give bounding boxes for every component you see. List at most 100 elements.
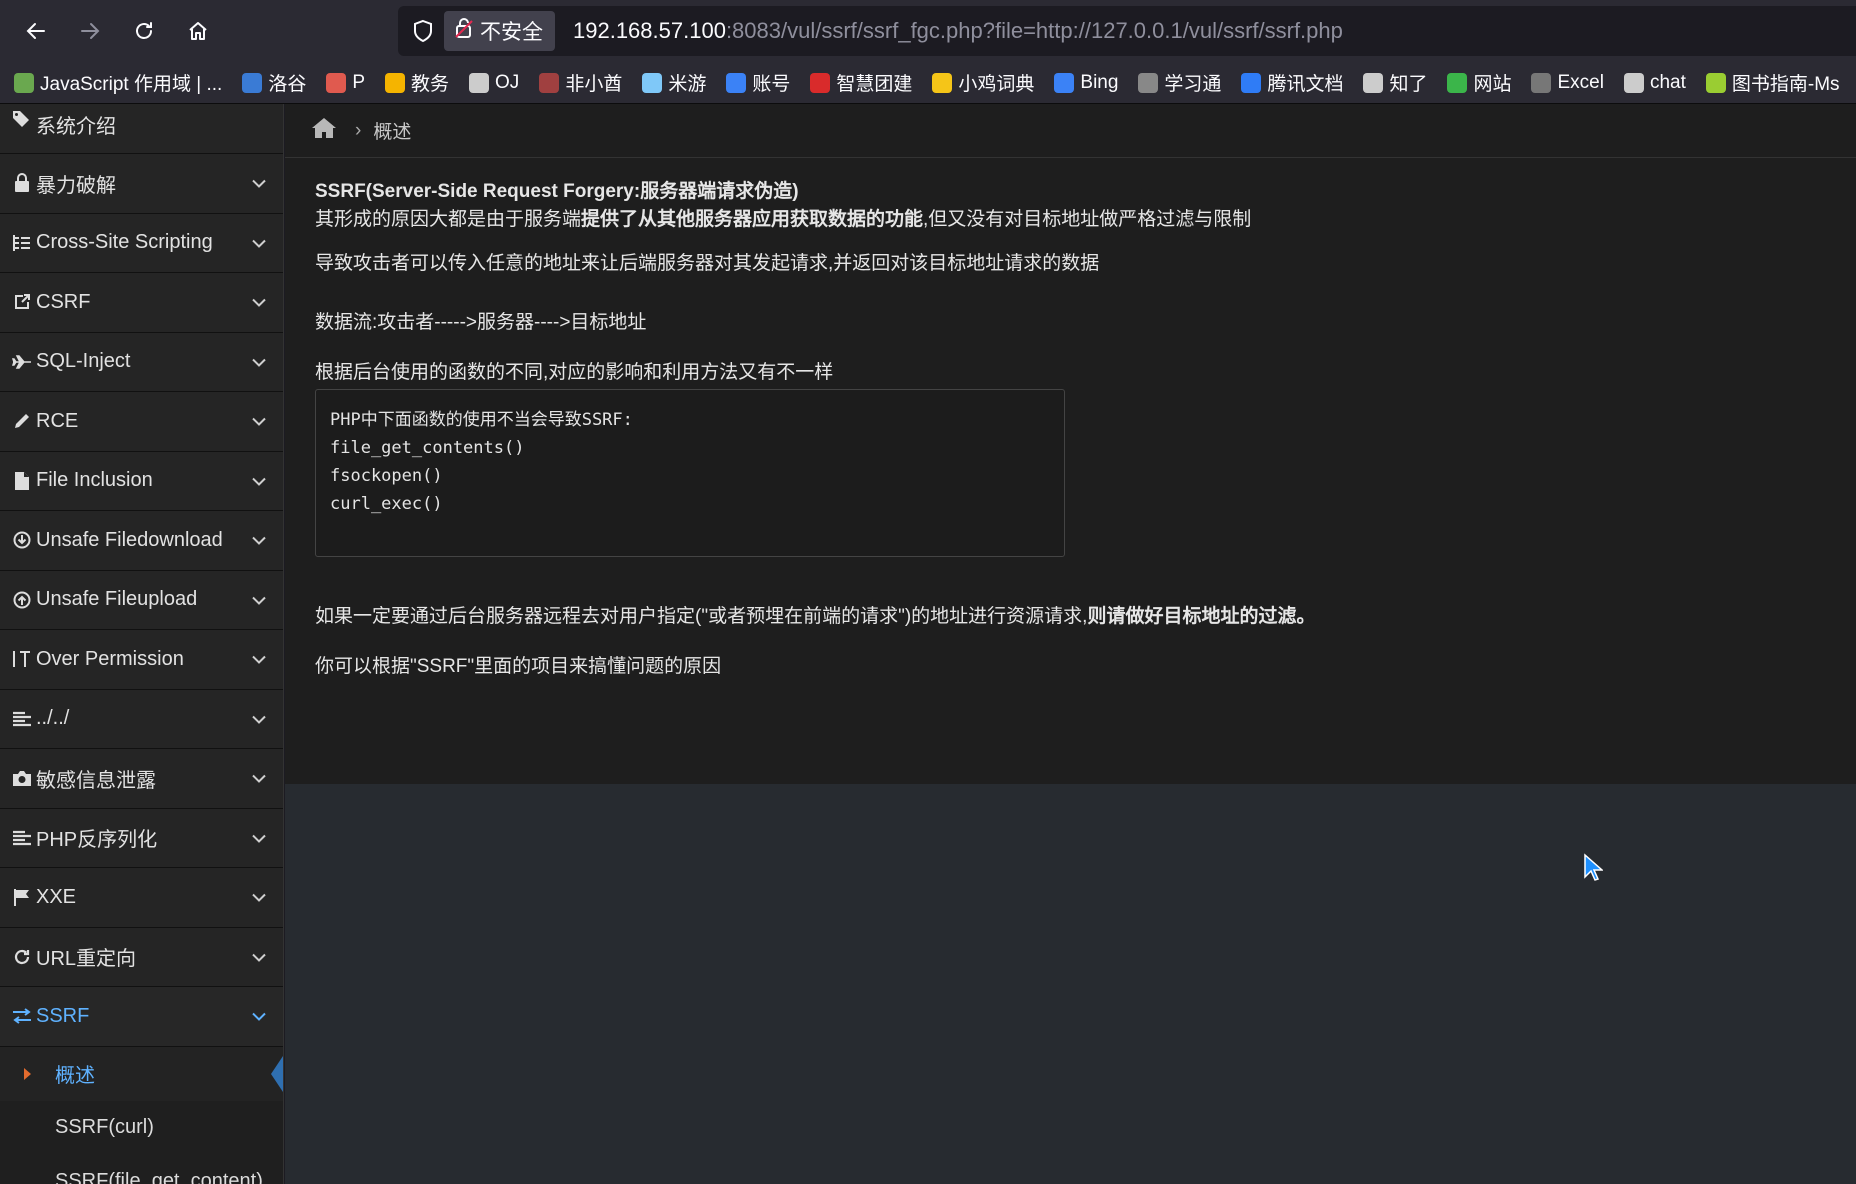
text-segment: 如果一定要通过后台服务器远程去对用户指定("或者预埋在前端的请求")的地址进行资… [315,606,1088,627]
sidebar-item-label: RCE [36,409,79,432]
chevron-down-icon[interactable] [251,886,267,909]
sidebar-item[interactable]: ../../ [0,689,283,749]
bookmark-label: Excel [1557,71,1604,93]
url-text[interactable]: 192.168.57.100:8083/vul/ssrf/ssrf_fgc.ph… [573,18,1343,44]
bookmark-item[interactable]: 网站 [1447,69,1511,96]
chevron-down-icon[interactable] [251,826,267,849]
bookmark-label: JavaScript 作用域 | ... [40,74,223,95]
bookmark-favicon-icon [539,72,560,93]
bookmark-favicon-icon [1138,72,1159,93]
bookmark-favicon-icon [726,72,747,93]
home-icon[interactable] [174,7,222,55]
tags-icon [10,110,34,128]
bookmark-item[interactable]: 小鸡词典 [932,69,1034,96]
bookmark-item[interactable]: 腾讯文档 [1241,69,1343,96]
chevron-down-icon[interactable] [251,172,267,195]
sidebar-subitem-label: SSRF(curl) [55,1116,154,1138]
bookmark-item[interactable]: 智慧团建 [810,69,912,96]
plane-icon [10,354,34,370]
sidebar-item[interactable]: File Inclusion [0,451,283,511]
sidebar-item-label: 敏感信息泄露 [36,769,156,792]
bookmark-favicon-icon [1363,72,1384,93]
chevron-down-icon[interactable] [251,767,267,790]
address-bar[interactable]: 不安全 192.168.57.100:8083/vul/ssrf/ssrf_fg… [398,6,1856,56]
align-left-icon [10,830,34,846]
chevron-down-icon[interactable] [251,1005,267,1028]
bookmark-item[interactable]: 知了 [1363,69,1427,96]
sidebar-item[interactable]: URL重定向 [0,927,283,987]
flag-icon [10,888,34,907]
security-indicator[interactable]: 不安全 [444,11,555,51]
sidebar-item[interactable]: 系统介绍 [0,104,283,154]
sidebar-item-label: URL重定向 [36,948,137,971]
sidebar-item[interactable]: Unsafe Filedownload [0,511,283,571]
download-icon [10,531,34,549]
chevron-down-icon[interactable] [251,945,267,968]
sidebar-subitem[interactable]: 概述 [0,1046,283,1101]
bookmark-label: chat [1649,71,1686,93]
bookmark-item[interactable]: JavaScript 作用域 | ... [14,69,222,96]
sidebar-item[interactable]: PHP反序列化 [0,808,283,868]
bookmark-favicon-icon [385,72,406,93]
share-icon [10,293,34,311]
camera-icon [10,770,34,787]
bookmark-item[interactable]: 学习通 [1138,69,1221,96]
refresh-icon [10,948,34,966]
forward-icon[interactable] [66,7,114,55]
back-icon[interactable] [12,7,60,55]
bookmark-item[interactable]: 米游 [642,69,706,96]
chevron-down-icon[interactable] [251,588,267,611]
chevron-down-icon[interactable] [251,707,267,730]
sidebar-item-label: PHP反序列化 [36,829,158,852]
sidebar-item-label: SSRF [36,1004,90,1027]
url-host: 192.168.57.100 [573,18,726,43]
bookmark-item[interactable]: P [326,72,365,94]
chevron-down-icon[interactable] [251,231,267,254]
sidebar-subitem[interactable]: SSRF(curl) [0,1100,283,1155]
bookmark-item[interactable]: Excel [1531,71,1604,94]
sidebar-item[interactable]: SQL-Inject [0,332,283,392]
reload-icon[interactable] [120,7,168,55]
sidebar-item[interactable]: RCE [0,392,283,452]
bookmark-favicon-icon [932,72,953,93]
align-left-icon [10,711,34,727]
sidebar-item[interactable]: Over Permission [0,630,283,690]
bookmark-item[interactable]: OJ [469,72,519,94]
sidebar-item[interactable]: 敏感信息泄露 [0,749,283,809]
bookmark-item[interactable]: 非小酋 [539,69,622,96]
bookmark-item[interactable]: 教务 [385,69,449,96]
bookmark-item[interactable]: chat [1623,71,1686,94]
bookmark-item[interactable]: Bing [1054,72,1118,94]
file-icon [10,471,34,491]
bookmark-label: 知了 [1389,74,1428,95]
bookmark-label: 米游 [668,74,707,95]
bookmark-item[interactable]: 洛谷 [242,69,306,96]
paragraph-advice: 如果一定要通过后台服务器远程去对用户指定("或者预埋在前端的请求")的地址进行资… [315,603,1856,631]
chevron-down-icon[interactable] [251,350,267,373]
paragraph-hint: 你可以根据"SSRF"里面的项目来搞懂问题的原因 [315,656,722,677]
sidebar-item[interactable]: CSRF [0,273,283,333]
chevron-down-icon[interactable] [251,410,267,433]
chevron-right-icon: › [355,119,362,141]
sidebar-item[interactable]: Unsafe Fileupload [0,570,283,630]
bookmark-item[interactable]: 图书指南-Ms [1705,69,1840,96]
bookmark-favicon-icon [242,72,263,93]
shield-icon[interactable] [402,19,444,43]
bookmark-label: 智慧团建 [836,74,913,95]
sidebar-subitem[interactable]: SSRF(file_get_content) [0,1154,283,1184]
page-title: SSRF(Server-Side Request Forgery:服务器端请求伪… [315,181,799,202]
bookmark-item[interactable]: 账号 [726,69,790,96]
chevron-down-icon[interactable] [251,291,267,314]
sidebar-item[interactable]: Cross-Site Scripting [0,213,283,273]
paragraph-cause: 其形成的原因大都是由于服务端提供了从其他服务器应用获取数据的功能,但又没有对目标… [315,206,1856,234]
bookmarks-bar: JavaScript 作用域 | ... 洛谷 P 教务 OJ 非小酋 米游 账号 智慧团建 小鸡… [0,62,1856,104]
sidebar-item[interactable]: 暴力破解 [0,154,283,214]
sidebar-item[interactable]: XXE [0,868,283,928]
home-icon[interactable] [311,117,337,145]
chevron-down-icon[interactable] [251,648,267,671]
active-indicator [271,1055,283,1092]
sidebar-item-label: Cross-Site Scripting [36,231,213,254]
chevron-down-icon[interactable] [251,469,267,492]
sidebar-item[interactable]: SSRF [0,987,283,1047]
chevron-down-icon[interactable] [251,529,267,552]
